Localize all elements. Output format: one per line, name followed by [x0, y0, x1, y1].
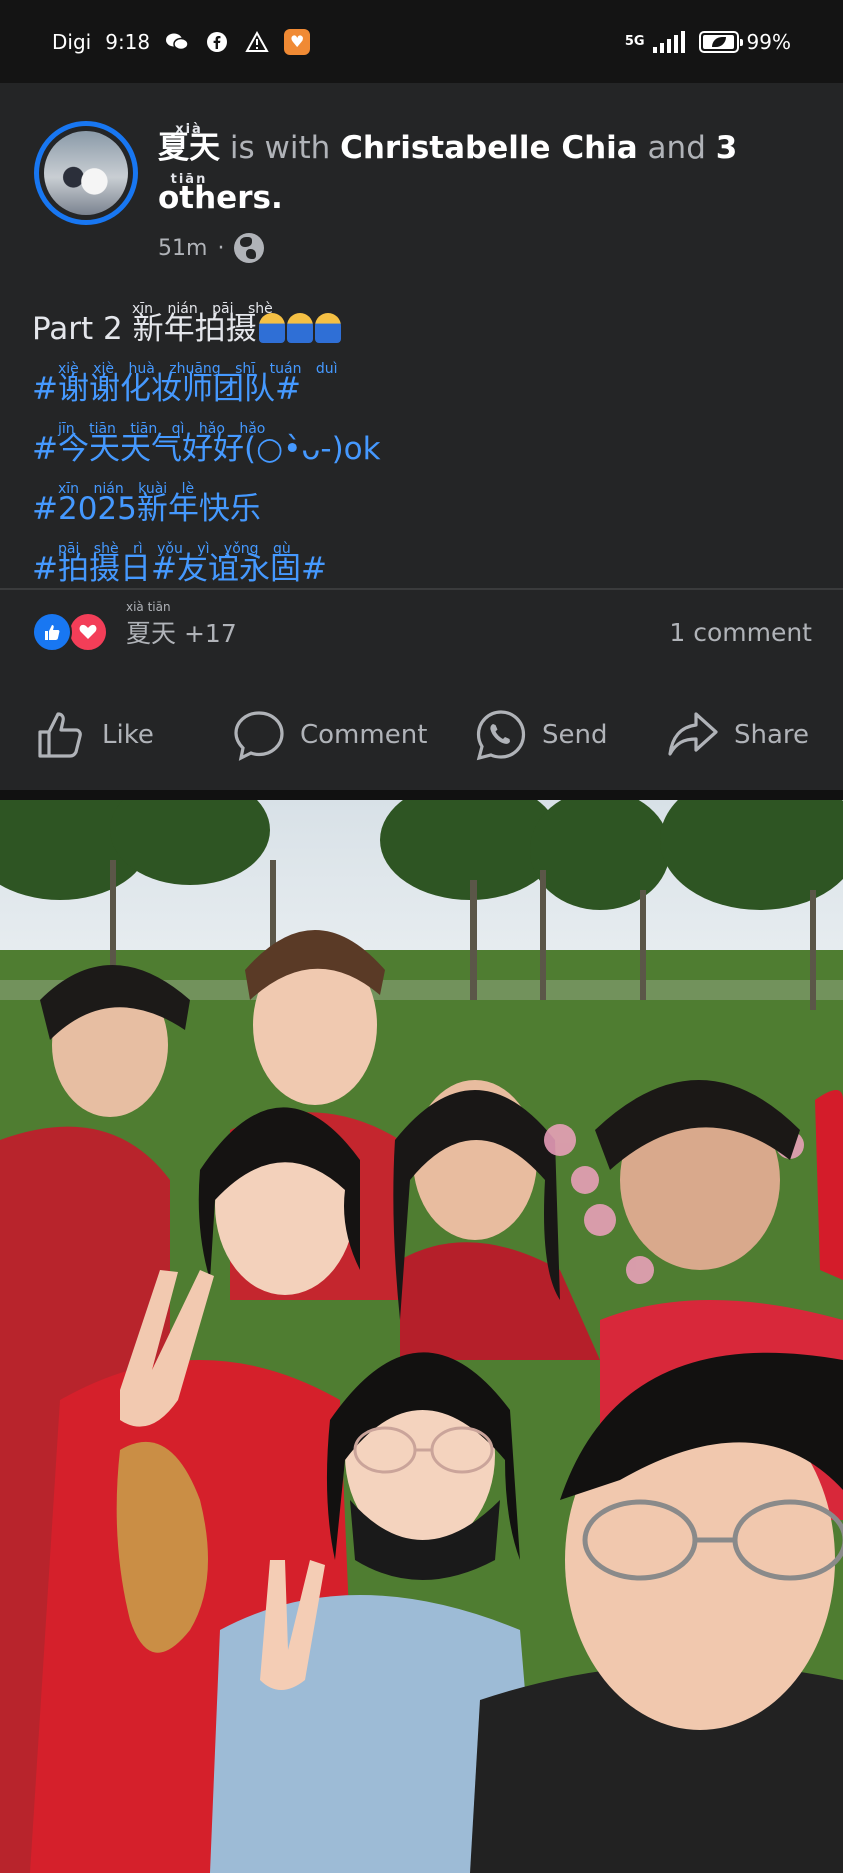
- clock: 9:18: [105, 29, 151, 54]
- thumbs-up-icon: [38, 712, 82, 758]
- battery-percent: 99%: [746, 29, 791, 54]
- fireworks-emoji-icon: [286, 313, 313, 343]
- app-badge-icon: ♥: [284, 28, 311, 55]
- post-time[interactable]: 51m: [158, 236, 207, 261]
- love-icon: [68, 612, 108, 652]
- post-separator: [0, 790, 843, 800]
- carrier-label: Digi: [52, 29, 92, 54]
- others-count[interactable]: 3: [716, 130, 738, 166]
- warning-icon: [244, 29, 270, 55]
- post-line-1: Part 2 新年拍摄 xīn nián pāi shè: [32, 290, 812, 350]
- post-line-4[interactable]: #2025新年快乐 xīn nián kuài lè: [32, 470, 812, 530]
- post-body: Part 2 新年拍摄 xīn nián pāi shè #谢谢化妆师团队# xiè …: [32, 290, 812, 590]
- facebook-icon: [204, 29, 230, 55]
- post-line-pinyin: pāi shè rì yǒu yì yǒng gù: [58, 541, 291, 557]
- status-left: Digi 9:18 ♥: [52, 28, 311, 55]
- avatar-photo: [44, 131, 128, 215]
- post-line-pinyin: jīn tiān tiān qì hǎo hǎo: [58, 421, 266, 437]
- signal-icon: [652, 30, 685, 53]
- network-type: 5G: [624, 34, 645, 49]
- post-line-pinyin: xīn nián kuài lè: [58, 481, 195, 497]
- send-button[interactable]: Send: [474, 708, 607, 762]
- like-label: Like: [102, 720, 154, 750]
- status-right: 5G 99%: [625, 30, 791, 54]
- post-meta: 51m ·: [158, 233, 265, 263]
- reaction-names-pinyin: xià tiān: [126, 600, 171, 614]
- post-line-2[interactable]: #谢谢化妆师团队# xiè xiè huà zhuāng shī tuán duì: [32, 350, 812, 410]
- status-bar: Digi 9:18 ♥ 5G 99%: [0, 0, 843, 83]
- post-line-5[interactable]: #拍摄日#友谊永固# pāi shè rì yǒu yì yǒng gù: [32, 530, 812, 590]
- group-selfie-image: [0, 800, 843, 1873]
- meta-separator: ·: [217, 235, 225, 261]
- send-label: Send: [542, 720, 608, 750]
- share-label: Share: [734, 720, 810, 750]
- and-text: and: [647, 130, 706, 166]
- wechat-icon: [164, 29, 190, 55]
- post-line-pinyin: xiè xiè huà zhuāng shī tuán duì: [58, 361, 338, 377]
- reaction-names[interactable]: xià tiān 夏天 +17: [126, 600, 237, 650]
- reaction-count: +17: [183, 619, 237, 648]
- divider: [0, 588, 843, 590]
- post-line-pinyin: xīn nián pāi shè: [132, 301, 273, 317]
- like-icon: [32, 612, 72, 652]
- tagged-person[interactable]: Christabelle Chia: [340, 130, 638, 166]
- post-line-3[interactable]: #今天天气好好(○•̀ᴗ-)ok jīn tiān tiān qì hǎo hǎo: [32, 410, 812, 470]
- comment-label: Comment: [300, 720, 428, 750]
- post-author-line: xià tiān 夏天 is with Christabelle Chia an…: [158, 122, 758, 223]
- comment-icon: [234, 711, 284, 761]
- like-button[interactable]: Like: [34, 708, 154, 762]
- author-name[interactable]: xià tiān 夏天: [158, 122, 220, 187]
- battery-icon: [698, 30, 743, 53]
- share-icon: [668, 712, 718, 756]
- post-photo[interactable]: [0, 800, 843, 1873]
- action-bar: Like Comment Send Share: [0, 700, 843, 770]
- fireworks-emoji-icon: [314, 313, 341, 343]
- comment-button[interactable]: Comment: [232, 708, 427, 762]
- reactions-row[interactable]: xià tiān 夏天 +17 1 comment: [32, 600, 812, 657]
- author-pinyin: xià tiān: [170, 122, 208, 187]
- avatar[interactable]: [34, 121, 138, 225]
- with-text: is with: [229, 130, 331, 166]
- comment-count[interactable]: 1 comment: [669, 618, 812, 647]
- share-button[interactable]: Share: [666, 708, 809, 762]
- globe-icon[interactable]: [234, 233, 265, 263]
- reaction-names-text: 夏天: [126, 619, 177, 648]
- whatsapp-icon: [476, 710, 526, 761]
- post-header: xià tiān 夏天 is with Christabelle Chia an…: [0, 83, 843, 290]
